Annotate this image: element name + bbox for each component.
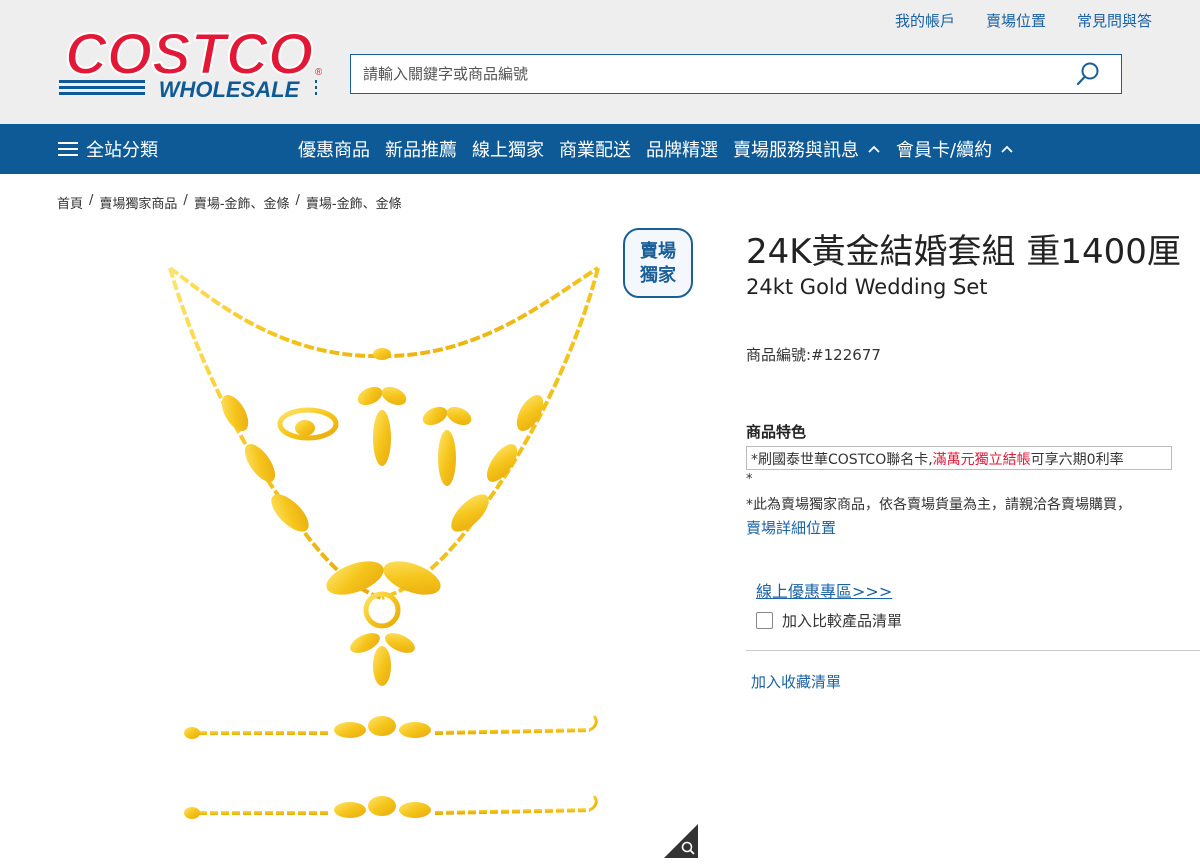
breadcrumb-gold-1[interactable]: 賣場-金飾、金條 (194, 193, 290, 212)
product-subtitle: 24kt Gold Wedding Set (746, 275, 988, 299)
features-heading: 商品特色 (746, 423, 807, 441)
svg-text:®: ® (315, 67, 322, 78)
breadcrumb-gold-2[interactable]: 賣場-金飾、金條 (306, 193, 402, 212)
badge-line-2: 獨家 (640, 265, 676, 286)
nav-item-services[interactable]: 賣場服務與訊息 (733, 136, 881, 162)
feature-star: * (746, 472, 753, 487)
breadcrumb-home[interactable]: 首頁 (57, 193, 83, 212)
main-nav: 全站分類 優惠商品 新品推薦 線上獨家 商業配送 品牌精選 賣場服務與訊息 會員… (0, 124, 1200, 174)
search-bar (350, 54, 1122, 94)
nav-item-new[interactable]: 新品推薦 (385, 136, 457, 162)
product-code: 商品編號:#122677 (746, 346, 881, 364)
my-account-link[interactable]: 我的帳戶 (895, 10, 955, 31)
chevron-up-icon (868, 145, 880, 153)
store-location-detail-link[interactable]: 賣場詳細位置 (746, 517, 836, 538)
compare-toggle[interactable]: 加入比較產品清單 (756, 610, 902, 631)
nav-item-services-label: 賣場服務與訊息 (733, 140, 859, 161)
search-icon[interactable] (1075, 61, 1101, 87)
nav-item-membership[interactable]: 會員卡/續約 (896, 136, 1014, 162)
product-title: 24K黃金結婚套組 重1400厘 (746, 232, 1181, 272)
top-header: COSTCO WHOLESALE ® 我的帳戶 賣場位置 常見問與答 (0, 0, 1200, 124)
all-categories-button[interactable]: 全站分類 (58, 136, 158, 162)
feature-highlight: 滿萬元獨立結帳 (932, 452, 1031, 468)
compare-label: 加入比較產品清單 (782, 612, 903, 630)
feature-text-1: *刷國泰世華COSTCO聯名卡, (751, 452, 933, 468)
online-deals-link[interactable]: 線上優惠專區>>> (756, 578, 892, 602)
store-location-link[interactable]: 賣場位置 (986, 10, 1046, 31)
divider (746, 650, 1200, 651)
nav-item-membership-label: 會員卡/續約 (896, 140, 993, 161)
product-image[interactable] (150, 238, 620, 858)
breadcrumb-store-exclusive[interactable]: 賣場獨家商品 (99, 193, 177, 212)
search-input[interactable] (351, 55, 1065, 93)
feature-promo-box: *刷國泰世華COSTCO聯名卡,滿萬元獨立結帳可享六期0利率 (746, 446, 1172, 470)
breadcrumb: 首頁 / 賣場獨家商品 / 賣場-金飾、金條 / 賣場-金飾、金條 (57, 193, 402, 212)
logo-wordmark-bottom: WHOLESALE (159, 77, 301, 102)
nav-items: 優惠商品 新品推薦 線上獨家 商業配送 品牌精選 賣場服務與訊息 會員卡/續約 (298, 136, 1014, 162)
add-to-wishlist-link[interactable]: 加入收藏清單 (751, 671, 841, 692)
top-links: 我的帳戶 賣場位置 常見問與答 (895, 10, 1152, 31)
faq-link[interactable]: 常見問與答 (1077, 10, 1152, 31)
zoom-icon[interactable] (664, 824, 698, 858)
store-exclusive-badge: 賣場 獨家 (623, 228, 693, 298)
nav-item-deals[interactable]: 優惠商品 (298, 136, 370, 162)
nav-item-brands[interactable]: 品牌精選 (646, 136, 718, 162)
nav-item-online-exclusive[interactable]: 線上獨家 (472, 136, 544, 162)
badge-line-1: 賣場 (640, 241, 676, 262)
costco-logo[interactable]: COSTCO WHOLESALE ® (57, 26, 322, 102)
nav-item-business-delivery[interactable]: 商業配送 (559, 136, 631, 162)
store-note: *此為賣場獨家商品，依各賣場貨量為主，請親洽各賣場購買， (746, 497, 1131, 513)
feature-text-2: 可享六期0利率 (1030, 452, 1124, 468)
all-categories-label: 全站分類 (86, 140, 158, 161)
hamburger-icon (58, 142, 78, 156)
chevron-up-icon (1001, 145, 1013, 153)
compare-checkbox[interactable] (756, 612, 773, 629)
